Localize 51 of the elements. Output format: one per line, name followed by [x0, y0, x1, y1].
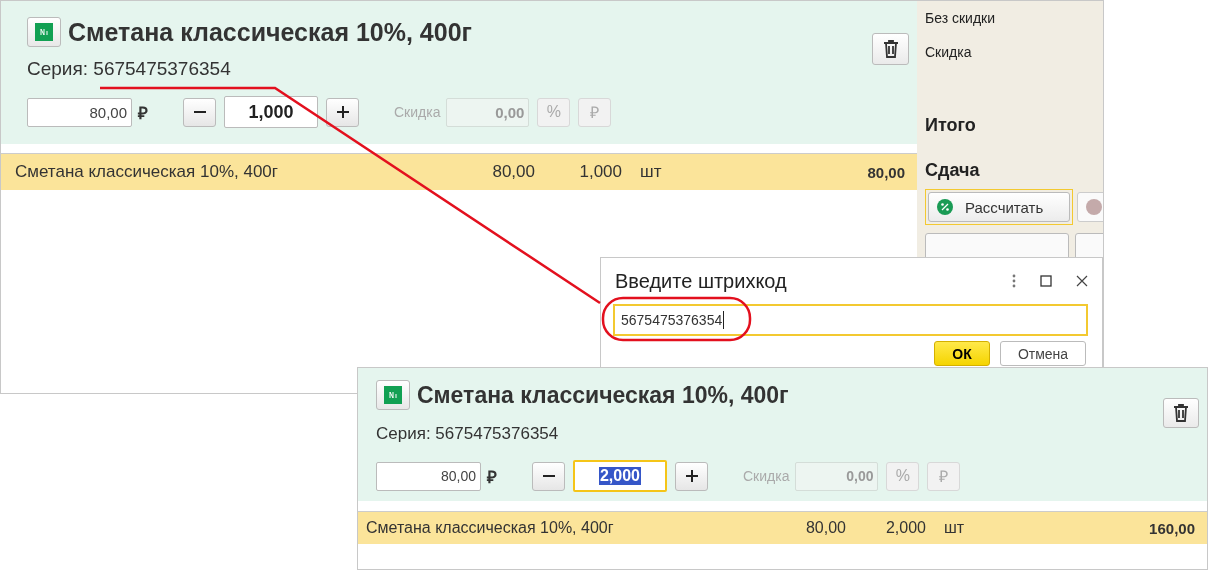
- currency-sign: ₽: [487, 466, 497, 488]
- maximize-icon[interactable]: [1040, 275, 1052, 287]
- delete-button[interactable]: [872, 33, 909, 65]
- close-icon[interactable]: [1076, 275, 1088, 287]
- minus-button[interactable]: [532, 461, 565, 491]
- discount-label: Скидка: [925, 44, 973, 60]
- number-button[interactable]: [376, 380, 410, 410]
- table-row[interactable]: Сметана классическая 10%, 400г 80,00 1,000 шт 80,00: [1, 154, 917, 190]
- more-icon[interactable]: [1012, 274, 1016, 288]
- delete-button[interactable]: [1163, 398, 1199, 428]
- ok-button[interactable]: ОК: [934, 341, 990, 366]
- plus-button[interactable]: [326, 97, 359, 127]
- barcode-field[interactable]: 5675475376354: [613, 304, 1088, 336]
- table-cell-text: 80,00: [491, 162, 535, 182]
- minus-button[interactable]: [183, 97, 216, 127]
- table-row[interactable]: Сметана классическая 10%, 400г 80,00 2,000 шт 160,00: [358, 512, 1207, 544]
- table-cell-text: 1,000: [578, 162, 622, 182]
- table-cell-text: 2,000: [884, 519, 926, 537]
- quantity-field[interactable]: 2,000: [573, 460, 667, 492]
- table-cell-text: 80,00: [804, 519, 846, 537]
- total-label: Итого: [925, 115, 977, 136]
- trash-icon: [1171, 403, 1191, 423]
- plus-button[interactable]: [675, 461, 708, 491]
- number-button[interactable]: [27, 17, 61, 47]
- plus-icon: [335, 105, 350, 119]
- price-field[interactable]: 80,00: [376, 461, 481, 491]
- number-icon: [384, 386, 402, 404]
- calculate-button[interactable]: Рассчитать: [928, 192, 1070, 222]
- table-cell: 80,00: [867, 163, 905, 181]
- product-title: Сметана классическая 10%, 400г: [68, 17, 472, 47]
- currency-sign: ₽: [138, 102, 148, 124]
- series-label: Серия:: [27, 58, 89, 79]
- product-title: Сметана классическая 10%, 400г: [417, 381, 789, 409]
- table-cell-text: Сметана классическая 10%, 400г: [366, 519, 615, 537]
- series-number: 5675475376354: [93, 58, 231, 79]
- no-discount-label: Без скидки: [925, 10, 997, 26]
- discount-label: Скидка: [743, 468, 790, 484]
- table-cell-text: Сметана классическая 10%, 400г: [15, 162, 279, 182]
- change-label: Сдача: [925, 160, 981, 181]
- dialog-title: Введите штрихкод: [615, 269, 787, 293]
- number-icon: [35, 23, 53, 41]
- series-number: 5675475376354: [435, 424, 559, 443]
- discount-label: Скидка: [394, 104, 441, 120]
- price-field[interactable]: 80,00: [27, 97, 132, 127]
- table-cell: 160,00: [1149, 519, 1195, 537]
- series-label: Серия:: [376, 424, 431, 443]
- plus-icon: [684, 469, 699, 483]
- quantity-field[interactable]: 1,000: [224, 96, 318, 128]
- table-cell-text: шт: [640, 162, 663, 182]
- table-cell-text: шт: [944, 519, 966, 537]
- cancel-button[interactable]: Отмена: [1000, 341, 1086, 366]
